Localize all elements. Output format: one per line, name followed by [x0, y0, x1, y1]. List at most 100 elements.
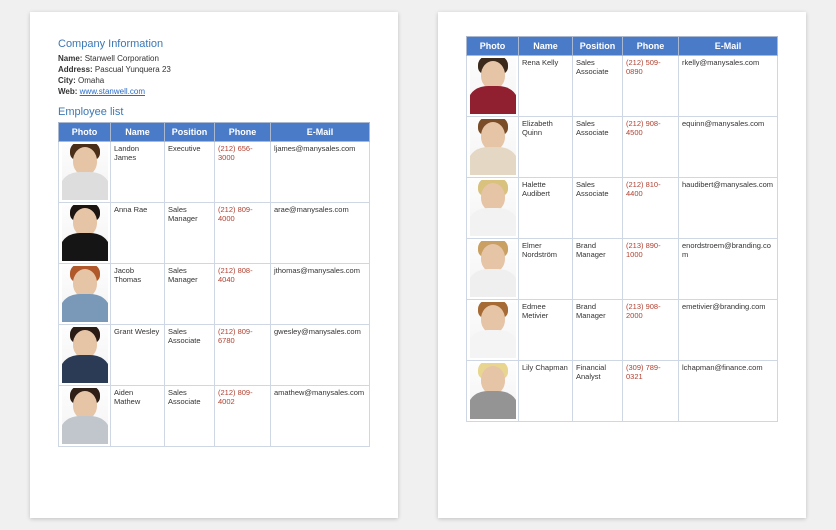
company-city-label: City: — [58, 76, 76, 85]
table-row: Lily ChapmanFinancial Analyst(309) 789-0… — [467, 361, 778, 422]
cell-email: rkelly@manysales.com — [679, 56, 778, 117]
cell-email: lchapman@finance.com — [679, 361, 778, 422]
table-row: Edmee MetivierBrand Manager(213) 908-200… — [467, 300, 778, 361]
document-page-1: Company Information Name: Stanwell Corpo… — [30, 12, 398, 518]
avatar — [62, 144, 108, 200]
cell-phone: (212) 509-0890 — [623, 56, 679, 117]
table-row: Landon JamesExecutive(212) 656-3000ljame… — [59, 142, 370, 203]
cell-name: Lily Chapman — [519, 361, 573, 422]
company-city-line: City: Omaha — [58, 76, 370, 85]
avatar — [470, 302, 516, 358]
cell-position: Sales Associate — [573, 56, 623, 117]
employee-rows-page1: Landon JamesExecutive(212) 656-3000ljame… — [59, 142, 370, 447]
cell-name: Halette Audibert — [519, 178, 573, 239]
cell-email: ljames@manysales.com — [271, 142, 370, 203]
company-name-line: Name: Stanwell Corporation — [58, 54, 370, 63]
cell-position: Sales Associate — [165, 325, 215, 386]
col-email: E-Mail — [679, 37, 778, 56]
table-row: Elizabeth QuinnSales Associate(212) 908-… — [467, 117, 778, 178]
avatar — [62, 205, 108, 261]
cell-email: amathew@manysales.com — [271, 386, 370, 447]
cell-position: Brand Manager — [573, 300, 623, 361]
cell-email: equinn@manysales.com — [679, 117, 778, 178]
cell-position: Sales Associate — [165, 386, 215, 447]
cell-email: gwesley@manysales.com — [271, 325, 370, 386]
cell-position: Executive — [165, 142, 215, 203]
col-phone: Phone — [215, 123, 271, 142]
cell-name: Rena Kelly — [519, 56, 573, 117]
avatar — [470, 58, 516, 114]
table-row: Elmer NordströmBrand Manager(213) 890-10… — [467, 239, 778, 300]
cell-phone: (213) 908-2000 — [623, 300, 679, 361]
company-city-value: Omaha — [78, 76, 104, 85]
cell-photo — [467, 361, 519, 422]
company-web-label: Web: — [58, 87, 77, 96]
avatar — [62, 266, 108, 322]
employee-table-page1: Photo Name Position Phone E-Mail Landon … — [58, 122, 370, 447]
table-row: Halette AudibertSales Associate(212) 810… — [467, 178, 778, 239]
cell-phone: (212) 810-4400 — [623, 178, 679, 239]
col-photo: Photo — [467, 37, 519, 56]
company-name-value: Stanwell Corporation — [85, 54, 159, 63]
cell-email: jthomas@manysales.com — [271, 264, 370, 325]
cell-position: Sales Manager — [165, 264, 215, 325]
cell-position: Sales Associate — [573, 178, 623, 239]
employee-rows-page2: Rena KellySales Associate(212) 509-0890r… — [467, 56, 778, 422]
col-position: Position — [165, 123, 215, 142]
cell-name: Jacob Thomas — [111, 264, 165, 325]
company-web-line: Web: www.stanwell.com — [58, 87, 370, 96]
cell-photo — [467, 56, 519, 117]
col-name: Name — [519, 37, 573, 56]
col-phone: Phone — [623, 37, 679, 56]
cell-name: Aiden Mathew — [111, 386, 165, 447]
cell-position: Brand Manager — [573, 239, 623, 300]
table-row: Grant WesleySales Associate(212) 809-678… — [59, 325, 370, 386]
cell-photo — [467, 117, 519, 178]
cell-position: Sales Associate — [573, 117, 623, 178]
cell-name: Edmee Metivier — [519, 300, 573, 361]
cell-photo — [467, 239, 519, 300]
company-name-label: Name: — [58, 54, 82, 63]
cell-phone: (212) 808-4040 — [215, 264, 271, 325]
cell-email: haudibert@manysales.com — [679, 178, 778, 239]
cell-photo — [59, 264, 111, 325]
avatar — [470, 241, 516, 297]
cell-position: Financial Analyst — [573, 361, 623, 422]
cell-photo — [59, 386, 111, 447]
cell-phone: (212) 809-6780 — [215, 325, 271, 386]
employee-list-heading: Employee list — [58, 106, 370, 118]
cell-email: arae@manysales.com — [271, 203, 370, 264]
company-info-heading: Company Information — [58, 38, 370, 50]
table-row: Jacob ThomasSales Manager(212) 808-4040j… — [59, 264, 370, 325]
avatar — [470, 363, 516, 419]
cell-name: Elizabeth Quinn — [519, 117, 573, 178]
cell-phone: (212) 656-3000 — [215, 142, 271, 203]
cell-email: emetivier@branding.com — [679, 300, 778, 361]
cell-photo — [59, 325, 111, 386]
cell-phone: (309) 789-0321 — [623, 361, 679, 422]
cell-photo — [467, 300, 519, 361]
col-photo: Photo — [59, 123, 111, 142]
cell-photo — [59, 142, 111, 203]
cell-phone: (213) 890-1000 — [623, 239, 679, 300]
table-row: Anna RaeSales Manager(212) 809-4000arae@… — [59, 203, 370, 264]
col-email: E-Mail — [271, 123, 370, 142]
company-web-link[interactable]: www.stanwell.com — [80, 87, 145, 96]
avatar — [62, 327, 108, 383]
cell-photo — [467, 178, 519, 239]
cell-position: Sales Manager — [165, 203, 215, 264]
cell-name: Landon James — [111, 142, 165, 203]
cell-name: Grant Wesley — [111, 325, 165, 386]
avatar — [470, 180, 516, 236]
col-name: Name — [111, 123, 165, 142]
cell-email: enordstroem@branding.com — [679, 239, 778, 300]
document-page-2: Photo Name Position Phone E-Mail Rena Ke… — [438, 12, 806, 518]
cell-name: Elmer Nordström — [519, 239, 573, 300]
cell-phone: (212) 809-4000 — [215, 203, 271, 264]
avatar — [470, 119, 516, 175]
company-address-line: Address: Pascual Yunquera 23 — [58, 65, 370, 74]
employee-table-page2: Photo Name Position Phone E-Mail Rena Ke… — [466, 36, 778, 422]
table-row: Rena KellySales Associate(212) 509-0890r… — [467, 56, 778, 117]
cell-phone: (212) 908-4500 — [623, 117, 679, 178]
table-row: Aiden MathewSales Associate(212) 809-400… — [59, 386, 370, 447]
